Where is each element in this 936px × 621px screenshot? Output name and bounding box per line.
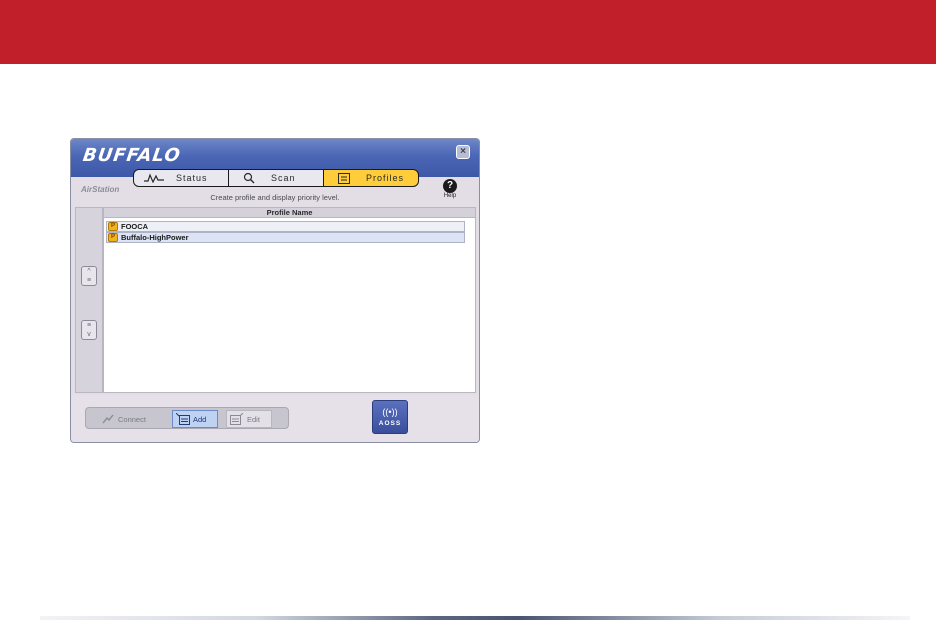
profile-name: FOOCA: [121, 222, 149, 231]
list-item[interactable]: P FOOCA: [106, 221, 465, 232]
tab-status-label: Status: [176, 173, 208, 183]
add-profile-icon: [176, 413, 190, 425]
connect-label: Connect: [118, 414, 146, 424]
aoss-button[interactable]: ((•)) AOSS: [372, 400, 408, 434]
chevron-up-icon: ^ ≡: [86, 268, 92, 284]
wireless-icon: ((•)): [382, 407, 398, 417]
connect-icon: [101, 413, 115, 425]
profile-list: Profile Name P FOOCA P Buffalo-HighPower: [103, 207, 476, 393]
tab-profiles-label: Profiles: [366, 173, 405, 183]
priority-sidebar: ^ ≡ ≡ v: [75, 207, 103, 393]
subheader: AirStation Create profile and display pr…: [71, 179, 479, 205]
instruction-text: Create profile and display priority leve…: [210, 193, 340, 202]
move-up-button[interactable]: ^ ≡: [81, 266, 97, 286]
list-item[interactable]: P Buffalo-HighPower: [106, 232, 465, 243]
buffalo-logo: BUFFALO: [81, 145, 183, 166]
help-label: Help: [443, 193, 457, 199]
edit-profile-icon: [230, 413, 244, 425]
move-down-button[interactable]: ≡ v: [81, 320, 97, 340]
edit-button[interactable]: Edit: [226, 410, 272, 428]
profile-name-header: Profile Name: [104, 208, 475, 218]
help-button[interactable]: ? Help: [439, 179, 461, 199]
help-icon: ?: [443, 179, 457, 193]
profile-icon: P: [108, 233, 118, 242]
add-button[interactable]: Add: [172, 410, 218, 428]
connect-button[interactable]: Connect: [98, 410, 148, 428]
profile-icon: P: [108, 222, 118, 231]
close-button[interactable]: ×: [456, 145, 470, 159]
red-banner: [0, 0, 936, 64]
aoss-label: AOSS: [378, 420, 402, 427]
chevron-down-icon: ≡ v: [86, 322, 92, 338]
add-label: Add: [193, 414, 207, 424]
bottom-divider: [40, 616, 910, 620]
profile-name: Buffalo-HighPower: [121, 233, 189, 242]
action-group: Connect Add Edit: [85, 407, 289, 429]
buffalo-client-window: BUFFALO × Status Scan Profiles AirStatio…: [70, 138, 480, 443]
action-footer: Connect Add Edit ((•)) AOSS: [71, 395, 479, 442]
tab-scan-label: Scan: [271, 173, 296, 183]
edit-label: Edit: [247, 414, 260, 424]
